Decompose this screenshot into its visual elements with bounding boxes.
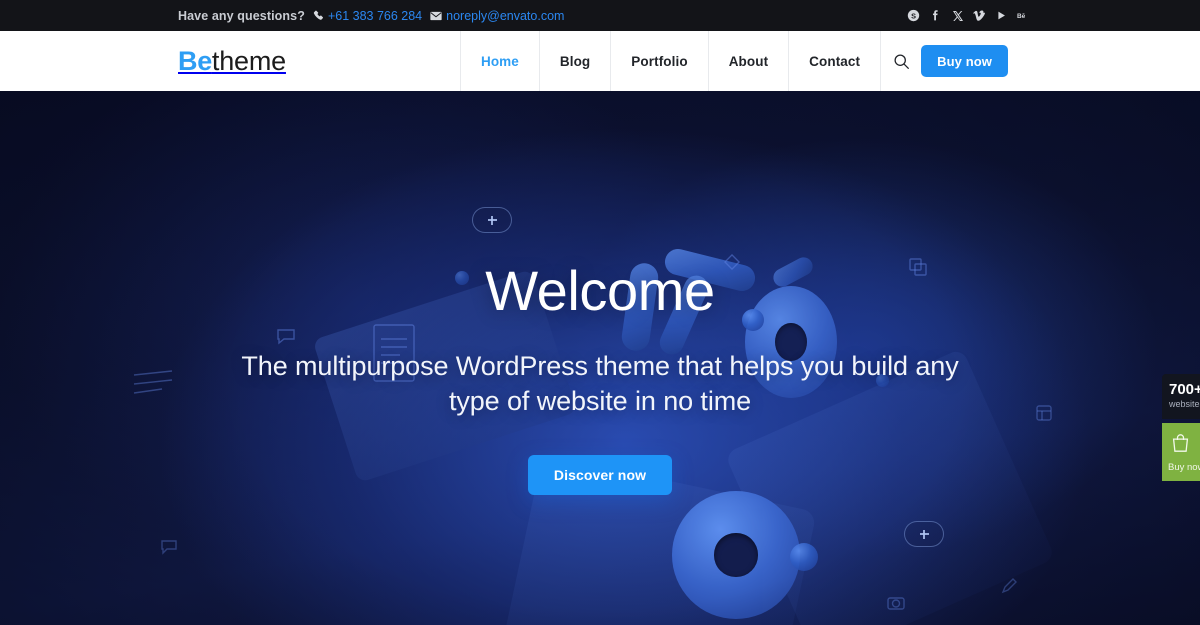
nav-item-portfolio[interactable]: Portfolio [611, 31, 709, 91]
vimeo-icon[interactable] [973, 9, 986, 22]
behance-icon[interactable]: Bē [1017, 9, 1030, 22]
contact-question: Have any questions? [178, 8, 305, 23]
logo-theme: theme [211, 45, 286, 76]
website-count-value: 700+ [1169, 381, 1200, 398]
nav-item-contact[interactable]: Contact [789, 31, 882, 91]
nav-item-home[interactable]: Home [459, 31, 540, 91]
contact-group: Have any questions? +61 383 766 284 nore… [178, 9, 564, 23]
search-icon[interactable] [881, 31, 921, 91]
side-buy-label: Buy now [1168, 461, 1200, 473]
x-twitter-icon[interactable] [951, 9, 964, 22]
shopping-bag-icon [1171, 433, 1190, 458]
website-count-widget[interactable]: 700+ websites [1162, 374, 1200, 419]
main-navbar: Betheme Home Blog Portfolio About Contac… [0, 31, 1200, 91]
discover-now-button[interactable]: Discover now [527, 455, 673, 496]
site-logo[interactable]: Betheme [178, 45, 286, 76]
nav-right: Home Blog Portfolio About Contact Buy no… [459, 31, 1008, 91]
nav-menu: Home Blog Portfolio About Contact [459, 31, 882, 91]
side-buy-now-widget[interactable]: Buy now [1162, 422, 1200, 481]
hero-content: Welcome The multipurpose WordPress theme… [0, 91, 1200, 625]
hero-subtitle: The multipurpose WordPress theme that he… [241, 351, 959, 416]
nav-item-about[interactable]: About [709, 31, 790, 91]
phone-icon [313, 10, 324, 21]
navbar-inner: Betheme Home Blog Portfolio About Contac… [0, 31, 1200, 91]
facebook-icon[interactable] [929, 9, 942, 22]
hero-title: Welcome [485, 259, 715, 322]
social-links: S Bē [907, 9, 1030, 22]
phone-number: +61 383 766 284 [327, 8, 423, 23]
play-icon[interactable] [995, 9, 1008, 22]
logo-be: Be [178, 45, 212, 76]
website-count-label: websites [1169, 398, 1200, 409]
email-link[interactable]: noreply@envato.com [430, 9, 564, 23]
svg-text:S: S [911, 11, 916, 20]
top-bar: Have any questions? +61 383 766 284 nore… [0, 0, 1200, 31]
nav-item-blog[interactable]: Blog [540, 31, 612, 91]
skype-icon[interactable]: S [907, 9, 920, 22]
email-address: noreply@envato.com [446, 8, 565, 23]
envelope-icon [430, 10, 442, 22]
svg-text:Bē: Bē [1017, 13, 1026, 20]
hero-section: Aa Welcome The multipurpose WordPress th… [0, 91, 1200, 625]
buy-now-button[interactable]: Buy now [921, 45, 1008, 77]
phone-link[interactable]: +61 383 766 284 [313, 9, 422, 23]
top-bar-inner: Have any questions? +61 383 766 284 nore… [0, 9, 1200, 23]
side-widgets: 700+ websites Buy now [1162, 374, 1200, 481]
